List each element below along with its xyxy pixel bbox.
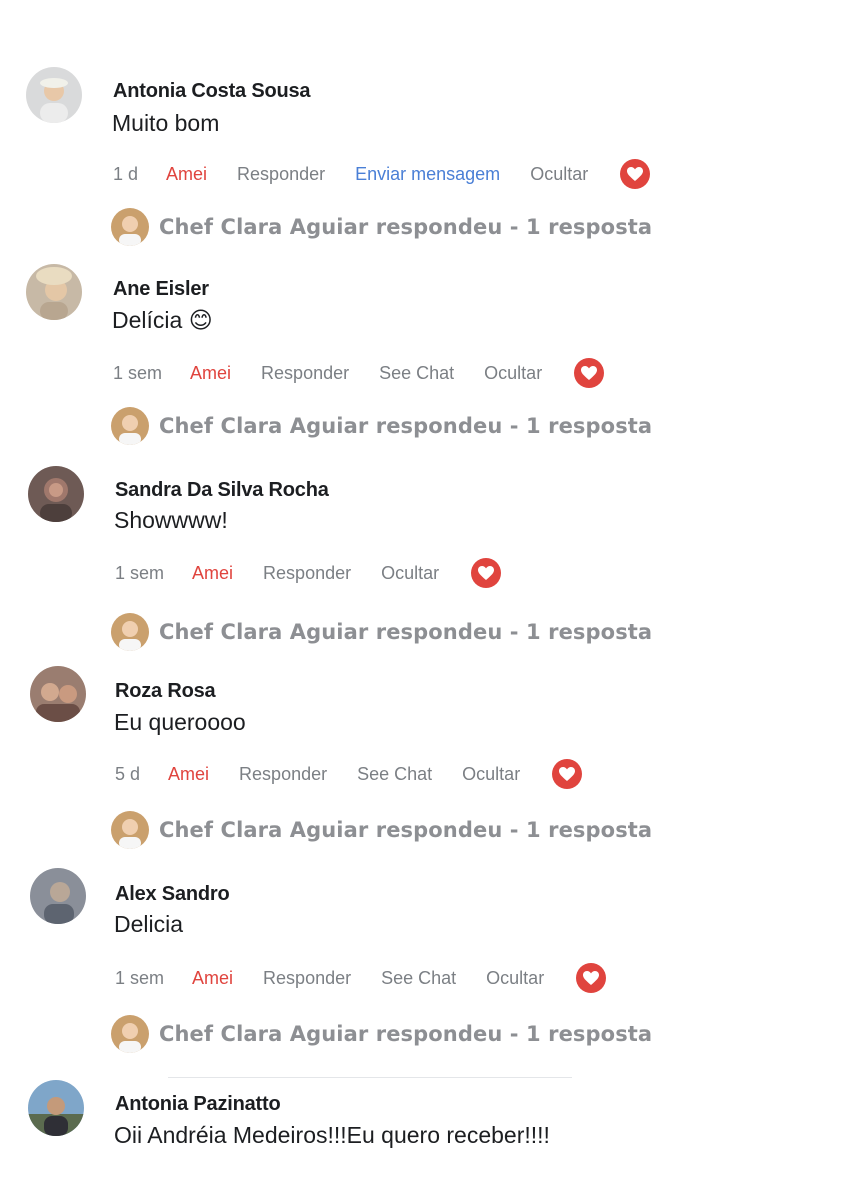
divider	[168, 1077, 572, 1078]
reply-summary[interactable]: Chef Clara Aguiar respondeu - 1 resposta	[111, 1014, 652, 1054]
reply-summary-text[interactable]: Chef Clara Aguiar respondeu - 1 resposta	[159, 215, 652, 239]
comment-actions: 5 d Amei Responder See Chat Ocultar	[115, 759, 583, 789]
see-chat-button[interactable]: See Chat	[379, 363, 454, 384]
comment-author[interactable]: Antonia Pazinatto	[115, 1093, 281, 1116]
heart-icon[interactable]	[620, 159, 651, 189]
avatar[interactable]	[30, 666, 86, 722]
reply-summary-text[interactable]: Chef Clara Aguiar respondeu - 1 resposta	[159, 1022, 652, 1046]
reply-button[interactable]: Responder	[261, 363, 349, 384]
avatar[interactable]	[30, 868, 86, 924]
comment-text: Delicia	[114, 911, 184, 937]
reply-button[interactable]: Responder	[239, 764, 327, 785]
reply-summary[interactable]: Chef Clara Aguiar respondeu - 1 resposta	[111, 810, 652, 850]
comment-text: Oii Andréia Medeiros!!!Eu quero receber!…	[114, 1122, 550, 1148]
hide-button[interactable]: Ocultar	[486, 968, 544, 989]
reply-summary-text[interactable]: Chef Clara Aguiar respondeu - 1 resposta	[159, 620, 652, 644]
comment-text: Muito bom	[112, 110, 220, 136]
reply-button[interactable]: Responder	[237, 164, 325, 185]
replier-avatar	[111, 811, 149, 849]
reaction-label[interactable]: Amei	[166, 164, 207, 185]
replier-avatar	[111, 407, 149, 445]
reaction-label[interactable]: Amei	[190, 363, 231, 384]
reply-summary-text[interactable]: Chef Clara Aguiar respondeu - 1 resposta	[159, 818, 652, 842]
reply-summary[interactable]: Chef Clara Aguiar respondeu - 1 resposta	[111, 406, 652, 446]
heart-icon[interactable]	[552, 759, 583, 789]
hide-button[interactable]: Ocultar	[381, 563, 439, 584]
avatar[interactable]	[26, 67, 82, 123]
comment-author[interactable]: Ane Eisler	[113, 278, 209, 301]
comment-time[interactable]: 5 d	[115, 764, 140, 785]
avatar[interactable]	[28, 1080, 84, 1136]
comment-time[interactable]: 1 sem	[113, 363, 162, 384]
heart-icon[interactable]	[574, 358, 605, 388]
reaction-label[interactable]: Amei	[192, 968, 233, 989]
comment-actions: 1 sem Amei Responder See Chat Ocultar	[115, 963, 607, 993]
reaction-label[interactable]: Amei	[192, 563, 233, 584]
reply-summary[interactable]: Chef Clara Aguiar respondeu - 1 resposta	[111, 612, 652, 652]
reply-button[interactable]: Responder	[263, 563, 351, 584]
comment-author[interactable]: Sandra Da Silva Rocha	[115, 479, 329, 502]
see-chat-button[interactable]: See Chat	[357, 764, 432, 785]
comment-author[interactable]: Antonia Costa Sousa	[113, 80, 311, 103]
comment-actions: 1 sem Amei Responder Ocultar	[115, 558, 502, 588]
hide-button[interactable]: Ocultar	[462, 764, 520, 785]
comment-time[interactable]: 1 d	[113, 164, 138, 185]
reply-summary[interactable]: Chef Clara Aguiar respondeu - 1 resposta	[111, 207, 652, 247]
avatar[interactable]	[28, 466, 84, 522]
replier-avatar	[111, 613, 149, 651]
comment-text: Showwww!	[114, 507, 228, 533]
comment-author[interactable]: Alex Sandro	[115, 883, 230, 906]
comment-actions: 1 sem Amei Responder See Chat Ocultar	[113, 358, 605, 388]
comment-text: Eu queroooo	[114, 709, 246, 735]
reaction-label[interactable]: Amei	[168, 764, 209, 785]
comment-actions: 1 d Amei Responder Enviar mensagem Ocult…	[113, 159, 651, 189]
comment-time[interactable]: 1 sem	[115, 968, 164, 989]
replier-avatar	[111, 208, 149, 246]
see-chat-button[interactable]: See Chat	[381, 968, 456, 989]
hide-button[interactable]: Ocultar	[530, 164, 588, 185]
hide-button[interactable]: Ocultar	[484, 363, 542, 384]
heart-icon[interactable]	[576, 963, 607, 993]
replier-avatar	[111, 1015, 149, 1053]
reply-summary-text[interactable]: Chef Clara Aguiar respondeu - 1 resposta	[159, 414, 652, 438]
avatar[interactable]	[26, 264, 82, 320]
heart-icon[interactable]	[471, 558, 502, 588]
send-message-button[interactable]: Enviar mensagem	[355, 164, 500, 185]
comment-time[interactable]: 1 sem	[115, 563, 164, 584]
comment-text: Delícia 😊	[112, 307, 213, 333]
comment-author[interactable]: Roza Rosa	[115, 680, 216, 703]
reply-button[interactable]: Responder	[263, 968, 351, 989]
